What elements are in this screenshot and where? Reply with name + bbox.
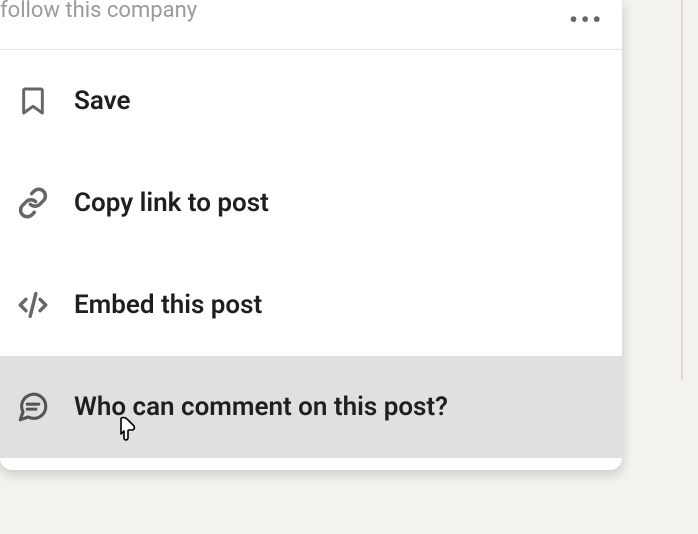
menu-item-embed[interactable]: Embed this post (0, 254, 622, 356)
menu-item-copy-link[interactable]: Copy link to post (0, 152, 622, 254)
follow-company-text: follow this company (0, 0, 197, 23)
menu-item-label: Save (74, 86, 131, 116)
bookmark-icon (16, 84, 50, 118)
menu-item-who-can-comment[interactable]: Who can comment on this post? (0, 356, 622, 458)
menu-item-label: Copy link to post (74, 188, 269, 218)
more-options-button[interactable]: ••• (569, 6, 604, 34)
menu-item-label: Embed this post (74, 290, 262, 320)
menu-item-save[interactable]: Save (0, 50, 622, 152)
post-options-menu-card: follow this company ••• Save Copy link t… (0, 0, 622, 470)
vertical-divider (681, 0, 683, 380)
options-menu: Save Copy link to post Embed this post (0, 50, 622, 458)
link-icon (16, 186, 50, 220)
comment-icon (16, 390, 50, 424)
embed-code-icon (16, 288, 50, 322)
card-header: follow this company ••• (0, 0, 622, 50)
menu-item-label: Who can comment on this post? (74, 392, 448, 422)
